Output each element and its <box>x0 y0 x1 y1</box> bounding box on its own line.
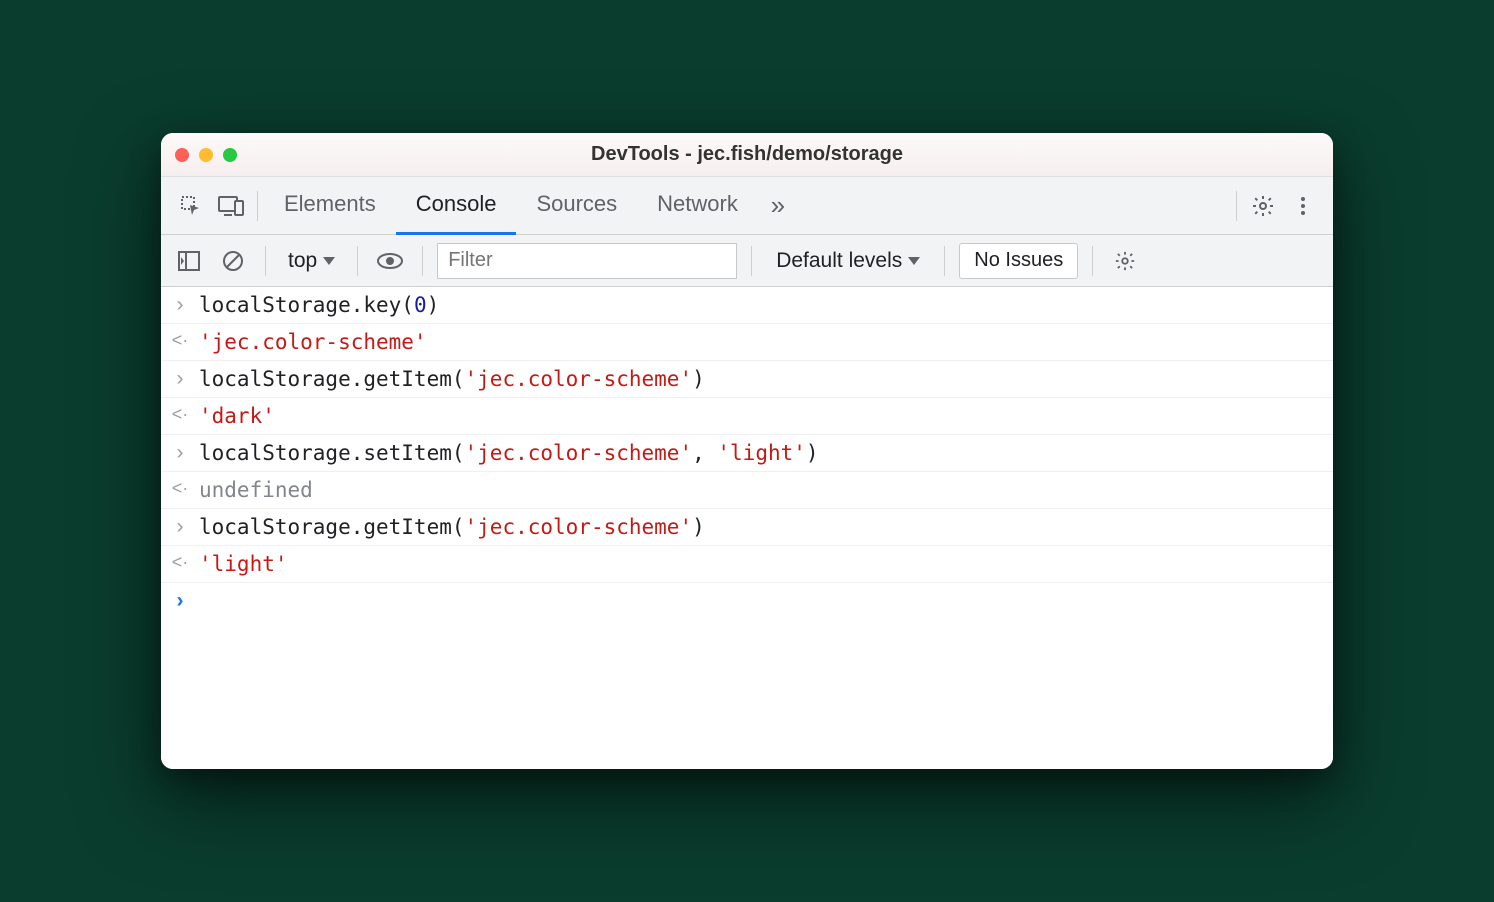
console-result: 'dark' <box>199 404 275 428</box>
log-levels-selector[interactable]: Default levels <box>766 249 930 273</box>
settings-icon[interactable] <box>1243 186 1283 226</box>
console-output[interactable]: › localStorage.key(0) <· 'jec.color-sche… <box>161 287 1333 769</box>
input-chevron-icon: › <box>171 293 189 317</box>
console-result: 'jec.color-scheme' <box>199 330 427 354</box>
divider <box>1092 246 1093 276</box>
context-label: top <box>288 249 317 273</box>
console-result: undefined <box>199 478 313 502</box>
maximize-window-button[interactable] <box>223 148 237 162</box>
close-window-button[interactable] <box>175 148 189 162</box>
tab-console[interactable]: Console <box>396 177 517 235</box>
console-input-row: › localStorage.key(0) <box>161 287 1333 324</box>
console-output-row: <· 'light' <box>161 546 1333 583</box>
console-code: localStorage.getItem('jec.color-scheme') <box>199 515 705 539</box>
console-input-row: › localStorage.setItem('jec.color-scheme… <box>161 435 1333 472</box>
kebab-menu-icon[interactable] <box>1283 186 1323 226</box>
divider <box>257 191 258 221</box>
titlebar: DevTools - jec.fish/demo/storage <box>161 133 1333 177</box>
more-tabs-icon[interactable]: » <box>758 186 798 226</box>
execution-context-selector[interactable]: top <box>280 249 343 273</box>
divider <box>265 246 266 276</box>
console-code: localStorage.getItem('jec.color-scheme') <box>199 367 705 391</box>
toggle-sidebar-icon[interactable] <box>171 243 207 279</box>
console-toolbar: top Default levels No Issues <box>161 235 1333 287</box>
levels-label: Default levels <box>776 249 902 273</box>
console-input-row: › localStorage.getItem('jec.color-scheme… <box>161 361 1333 398</box>
divider <box>1236 191 1237 221</box>
chevron-down-icon <box>908 257 920 265</box>
window-controls <box>175 148 237 162</box>
tab-elements[interactable]: Elements <box>264 177 396 235</box>
clear-console-icon[interactable] <box>215 243 251 279</box>
prompt-chevron-icon: › <box>171 589 189 613</box>
device-toolbar-icon[interactable] <box>211 186 251 226</box>
console-output-row: <· 'dark' <box>161 398 1333 435</box>
output-chevron-icon: <· <box>171 478 189 499</box>
input-chevron-icon: › <box>171 441 189 465</box>
input-chevron-icon: › <box>171 367 189 391</box>
output-chevron-icon: <· <box>171 330 189 351</box>
live-expression-icon[interactable] <box>372 243 408 279</box>
issues-button[interactable]: No Issues <box>959 243 1078 279</box>
console-output-row: <· undefined <box>161 472 1333 509</box>
console-settings-icon[interactable] <box>1107 243 1143 279</box>
devtools-tabbar: Elements Console Sources Network » <box>161 177 1333 235</box>
inspect-element-icon[interactable] <box>171 186 211 226</box>
output-chevron-icon: <· <box>171 404 189 425</box>
devtools-window: DevTools - jec.fish/demo/storage Element… <box>161 133 1333 769</box>
window-title: DevTools - jec.fish/demo/storage <box>161 143 1333 166</box>
console-code: localStorage.key(0) <box>199 293 439 317</box>
filter-input[interactable] <box>437 243 737 279</box>
chevron-down-icon <box>323 257 335 265</box>
divider <box>422 246 423 276</box>
console-code: localStorage.setItem('jec.color-scheme',… <box>199 441 819 465</box>
console-result: 'light' <box>199 552 288 576</box>
output-chevron-icon: <· <box>171 552 189 573</box>
divider <box>751 246 752 276</box>
minimize-window-button[interactable] <box>199 148 213 162</box>
console-prompt[interactable]: › <box>161 583 1333 619</box>
input-chevron-icon: › <box>171 515 189 539</box>
console-output-row: <· 'jec.color-scheme' <box>161 324 1333 361</box>
console-input-row: › localStorage.getItem('jec.color-scheme… <box>161 509 1333 546</box>
divider <box>944 246 945 276</box>
tab-sources[interactable]: Sources <box>516 177 637 235</box>
divider <box>357 246 358 276</box>
tab-network[interactable]: Network <box>637 177 758 235</box>
